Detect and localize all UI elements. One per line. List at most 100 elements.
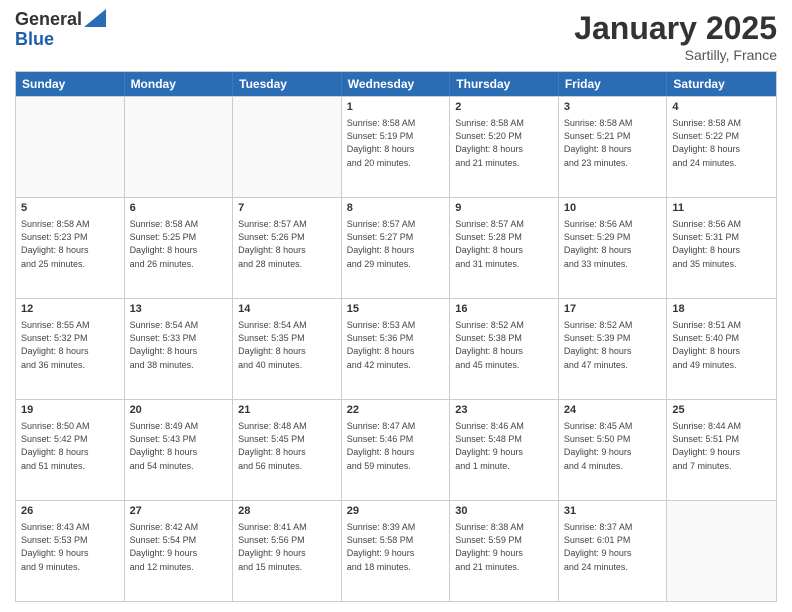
- calendar-cell: 3 Sunrise: 8:58 AM Sunset: 5:21 PM Daylig…: [559, 97, 668, 197]
- calendar-cell: 27Sunrise: 8:42 AM Sunset: 5:54 PM Dayli…: [125, 501, 234, 601]
- day-number: 14: [238, 302, 336, 317]
- calendar-week-1: 1 Sunrise: 8:58 AM Sunset: 5:19 PM Daylig…: [16, 96, 776, 197]
- cell-info: Sunrise: 8:50 AM Sunset: 5:42 PM Dayligh…: [21, 420, 119, 472]
- calendar-cell: 1 Sunrise: 8:58 AM Sunset: 5:19 PM Daylig…: [342, 97, 451, 197]
- cell-info: Sunrise: 8:38 AM Sunset: 5:59 PM Dayligh…: [455, 521, 553, 573]
- cell-info: Sunrise: 8:39 AM Sunset: 5:58 PM Dayligh…: [347, 521, 445, 573]
- cell-info: Sunrise: 8:44 AM Sunset: 5:51 PM Dayligh…: [672, 420, 771, 472]
- day-number: 11: [672, 201, 771, 216]
- day-number: 9: [455, 201, 553, 216]
- calendar-cell: [125, 97, 234, 197]
- calendar-cell: 31 Sunrise: 8:37 AM Sunset: 6:01 PM Dayli…: [559, 501, 668, 601]
- calendar-cell: 12Sunrise: 8:55 AM Sunset: 5:32 PM Dayli…: [16, 299, 125, 399]
- calendar-cell: 29 Sunrise: 8:39 AM Sunset: 5:58 PM Dayli…: [342, 501, 451, 601]
- cell-info: Sunrise: 8:58 AM Sunset: 5:21 PM Dayligh…: [564, 117, 662, 169]
- calendar-cell: 25 Sunrise: 8:44 AM Sunset: 5:51 PM Dayli…: [667, 400, 776, 500]
- calendar-cell: 2Sunrise: 8:58 AM Sunset: 5:20 PM Daylig…: [450, 97, 559, 197]
- calendar-cell: 23Sunrise: 8:46 AM Sunset: 5:48 PM Dayli…: [450, 400, 559, 500]
- cell-info: Sunrise: 8:53 AM Sunset: 5:36 PM Dayligh…: [347, 319, 445, 371]
- cell-info: Sunrise: 8:56 AM Sunset: 5:29 PM Dayligh…: [564, 218, 662, 270]
- calendar-cell: 30 Sunrise: 8:38 AM Sunset: 5:59 PM Dayli…: [450, 501, 559, 601]
- header-wednesday: Wednesday: [342, 72, 451, 96]
- day-number: 29: [347, 504, 445, 519]
- cell-info: Sunrise: 8:41 AM Sunset: 5:56 PM Dayligh…: [238, 521, 336, 573]
- cell-info: Sunrise: 8:58 AM Sunset: 5:22 PM Dayligh…: [672, 117, 771, 169]
- calendar-week-4: 19 Sunrise: 8:50 AM Sunset: 5:42 PM Dayli…: [16, 399, 776, 500]
- header-sunday: Sunday: [16, 72, 125, 96]
- calendar-cell: [16, 97, 125, 197]
- day-number: 6: [130, 201, 228, 216]
- day-number: 5: [21, 201, 119, 216]
- calendar-cell: 10 Sunrise: 8:56 AM Sunset: 5:29 PM Dayli…: [559, 198, 668, 298]
- calendar-cell: 22 Sunrise: 8:47 AM Sunset: 5:46 PM Dayli…: [342, 400, 451, 500]
- cell-info: Sunrise: 8:58 AM Sunset: 5:23 PM Dayligh…: [21, 218, 119, 270]
- calendar-cell: 24 Sunrise: 8:45 AM Sunset: 5:50 PM Dayli…: [559, 400, 668, 500]
- calendar-cell: 5 Sunrise: 8:58 AM Sunset: 5:23 PM Daylig…: [16, 198, 125, 298]
- cell-info: Sunrise: 8:57 AM Sunset: 5:28 PM Dayligh…: [455, 218, 553, 270]
- cell-info: Sunrise: 8:37 AM Sunset: 6:01 PM Dayligh…: [564, 521, 662, 573]
- calendar-cell: 8Sunrise: 8:57 AM Sunset: 5:27 PM Daylig…: [342, 198, 451, 298]
- day-number: 31: [564, 504, 662, 519]
- calendar-week-2: 5 Sunrise: 8:58 AM Sunset: 5:23 PM Daylig…: [16, 197, 776, 298]
- day-number: 7: [238, 201, 336, 216]
- calendar-cell: 15 Sunrise: 8:53 AM Sunset: 5:36 PM Dayli…: [342, 299, 451, 399]
- calendar-cell: 21 Sunrise: 8:48 AM Sunset: 5:45 PM Dayli…: [233, 400, 342, 500]
- calendar-cell: 19 Sunrise: 8:50 AM Sunset: 5:42 PM Dayli…: [16, 400, 125, 500]
- cell-info: Sunrise: 8:58 AM Sunset: 5:25 PM Dayligh…: [130, 218, 228, 270]
- calendar-cell: 13 Sunrise: 8:54 AM Sunset: 5:33 PM Dayli…: [125, 299, 234, 399]
- day-number: 2: [455, 100, 553, 115]
- day-number: 21: [238, 403, 336, 418]
- day-number: 20: [130, 403, 228, 418]
- day-number: 28: [238, 504, 336, 519]
- calendar-cell: [233, 97, 342, 197]
- calendar-cell: 18 Sunrise: 8:51 AM Sunset: 5:40 PM Dayli…: [667, 299, 776, 399]
- logo-blue: Blue: [15, 30, 106, 50]
- cell-info: Sunrise: 8:48 AM Sunset: 5:45 PM Dayligh…: [238, 420, 336, 472]
- cell-info: Sunrise: 8:58 AM Sunset: 5:19 PM Dayligh…: [347, 117, 445, 169]
- day-number: 25: [672, 403, 771, 418]
- day-number: 16: [455, 302, 553, 317]
- day-number: 12: [21, 302, 119, 317]
- calendar-cell: 14 Sunrise: 8:54 AM Sunset: 5:35 PM Dayli…: [233, 299, 342, 399]
- cell-info: Sunrise: 8:43 AM Sunset: 5:53 PM Dayligh…: [21, 521, 119, 573]
- day-number: 18: [672, 302, 771, 317]
- title-block: January 2025 Sartilly, France: [574, 10, 777, 63]
- logo-icon: [84, 9, 106, 27]
- day-number: 10: [564, 201, 662, 216]
- calendar-cell: 7Sunrise: 8:57 AM Sunset: 5:26 PM Daylig…: [233, 198, 342, 298]
- calendar-body: 1 Sunrise: 8:58 AM Sunset: 5:19 PM Daylig…: [16, 96, 776, 601]
- calendar-cell: 4 Sunrise: 8:58 AM Sunset: 5:22 PM Daylig…: [667, 97, 776, 197]
- calendar-header: Sunday Monday Tuesday Wednesday Thursday…: [16, 72, 776, 96]
- month-title: January 2025: [574, 10, 777, 47]
- calendar-cell: 6 Sunrise: 8:58 AM Sunset: 5:25 PM Daylig…: [125, 198, 234, 298]
- day-number: 23: [455, 403, 553, 418]
- cell-info: Sunrise: 8:52 AM Sunset: 5:39 PM Dayligh…: [564, 319, 662, 371]
- day-number: 26: [21, 504, 119, 519]
- calendar-cell: 11Sunrise: 8:56 AM Sunset: 5:31 PM Dayli…: [667, 198, 776, 298]
- cell-info: Sunrise: 8:54 AM Sunset: 5:33 PM Dayligh…: [130, 319, 228, 371]
- cell-info: Sunrise: 8:45 AM Sunset: 5:50 PM Dayligh…: [564, 420, 662, 472]
- day-number: 15: [347, 302, 445, 317]
- calendar: Sunday Monday Tuesday Wednesday Thursday…: [15, 71, 777, 602]
- header-monday: Monday: [125, 72, 234, 96]
- day-number: 30: [455, 504, 553, 519]
- header: General Blue January 2025 Sartilly, Fran…: [15, 10, 777, 63]
- calendar-week-5: 26 Sunrise: 8:43 AM Sunset: 5:53 PM Dayli…: [16, 500, 776, 601]
- day-number: 3: [564, 100, 662, 115]
- calendar-cell: 17Sunrise: 8:52 AM Sunset: 5:39 PM Dayli…: [559, 299, 668, 399]
- cell-info: Sunrise: 8:47 AM Sunset: 5:46 PM Dayligh…: [347, 420, 445, 472]
- calendar-cell: 16Sunrise: 8:52 AM Sunset: 5:38 PM Dayli…: [450, 299, 559, 399]
- cell-info: Sunrise: 8:54 AM Sunset: 5:35 PM Dayligh…: [238, 319, 336, 371]
- day-number: 4: [672, 100, 771, 115]
- day-number: 19: [21, 403, 119, 418]
- header-tuesday: Tuesday: [233, 72, 342, 96]
- header-thursday: Thursday: [450, 72, 559, 96]
- day-number: 13: [130, 302, 228, 317]
- logo: General Blue: [15, 10, 106, 50]
- page: General Blue January 2025 Sartilly, Fran…: [0, 0, 792, 612]
- day-number: 24: [564, 403, 662, 418]
- day-number: 1: [347, 100, 445, 115]
- cell-info: Sunrise: 8:51 AM Sunset: 5:40 PM Dayligh…: [672, 319, 771, 371]
- location: Sartilly, France: [574, 47, 777, 63]
- day-number: 22: [347, 403, 445, 418]
